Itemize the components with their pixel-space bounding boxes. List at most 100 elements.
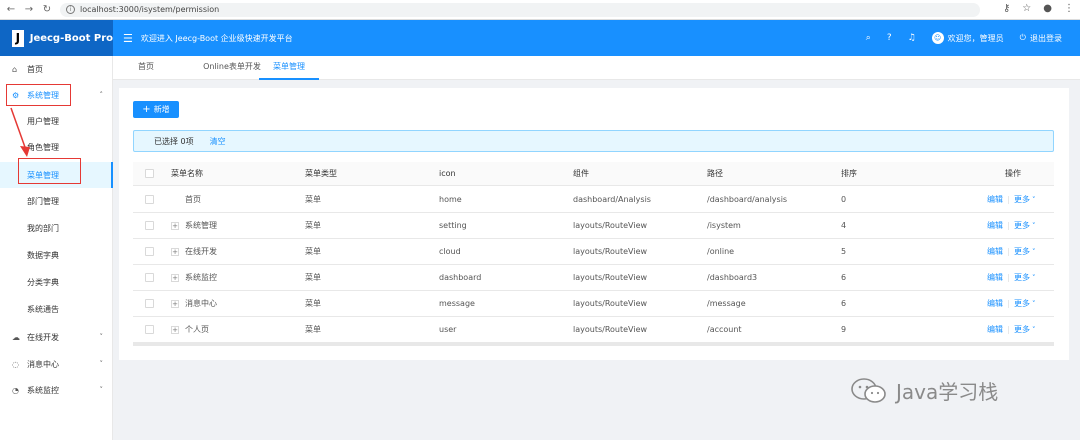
horizontal-scrollbar[interactable] (133, 342, 1054, 346)
dashboard-icon: ◔ (12, 385, 19, 395)
row-checkbox[interactable] (145, 273, 154, 282)
tab-menu-management[interactable]: 菜单管理 (259, 56, 319, 80)
action-divider (1008, 221, 1009, 230)
menu-name: 个人页 (185, 325, 209, 334)
add-button[interactable]: + 新增 (133, 101, 179, 118)
message-icon: ◌ (12, 359, 19, 369)
logo-area[interactable]: J Jeecg-Boot Pro (0, 20, 113, 56)
bell-icon[interactable]: ♫ (908, 33, 916, 43)
action-divider (1008, 325, 1009, 334)
reload-icon[interactable]: ↻ (40, 3, 54, 17)
table-row[interactable]: + 系统监控 菜单 dashboard layouts/RouteView/dashbo… (133, 265, 1054, 291)
more-link[interactable]: 更多 (1014, 324, 1030, 335)
sidebar-item-message[interactable]: ◌ 消息中心 ˅ (0, 351, 113, 377)
menu-sort: 4 (841, 221, 847, 230)
table-row[interactable]: + 个人页 菜单 user layouts/RouteView/account 9 编辑 更多… (133, 317, 1054, 343)
edit-link[interactable]: 编辑 (987, 220, 1003, 231)
more-link[interactable]: 更多 (1014, 298, 1030, 309)
clear-link[interactable]: 清空 (210, 136, 226, 147)
home-icon: ⌂ (12, 64, 18, 74)
edit-link[interactable]: 编辑 (987, 246, 1003, 257)
tabs-bar: 首页 Online表单开发 菜单管理 (113, 56, 1080, 80)
menu-fold-icon[interactable]: ☰ (123, 32, 133, 45)
back-arrow-icon[interactable]: ← (4, 3, 18, 17)
table-row[interactable]: + 在线开发 菜单 cloud layouts/RouteView/online 5 编辑更… (133, 239, 1054, 265)
column-header: 操作 (1005, 169, 1021, 178)
expand-icon[interactable]: + (171, 273, 179, 282)
sidebar-item-label: 在线开发 (27, 332, 59, 342)
more-link[interactable]: 更多 (1014, 246, 1030, 257)
expand-icon[interactable]: + (171, 247, 179, 256)
menu-icon-name: cloud (439, 247, 461, 256)
table-row[interactable]: 首页 菜单 home dashboard/Analysis/dashboard/ana… (133, 187, 1054, 213)
logout-button[interactable]: ⏻ 退出登录 (1020, 33, 1062, 44)
expand-icon[interactable]: + (171, 299, 179, 308)
table-header: 菜单名称 菜单类型 icon 组件 路径 排序 操作 (133, 162, 1054, 186)
more-link[interactable]: 更多 (1014, 194, 1030, 205)
edit-link[interactable]: 编辑 (987, 272, 1003, 283)
kebab-menu-icon[interactable]: ⋮ (1064, 3, 1074, 14)
welcome-text: 欢迎进入 Jeecg-Boot 企业级快速开发平台 (140, 33, 293, 43)
sidebar-item-label: 系统通告 (27, 304, 59, 314)
more-link[interactable]: 更多 (1014, 220, 1030, 231)
menu-path: /online (707, 247, 735, 256)
sidebar-sub-dict[interactable]: 数据字典 (0, 242, 113, 268)
sidebar-sub-mydept[interactable]: 我的部门 (0, 215, 113, 241)
edit-link[interactable]: 编辑 (987, 324, 1003, 335)
annotation-arrow-icon (10, 107, 30, 157)
table-row[interactable]: + 消息中心 菜单 message layouts/RouteView/message 6… (133, 291, 1054, 317)
sidebar-item-home[interactable]: ⌂ 首页 (0, 56, 113, 82)
menu-component: layouts/RouteView (573, 325, 648, 334)
row-checkbox[interactable] (145, 325, 154, 334)
menu-type: 菜单 (305, 325, 321, 334)
logout-icon: ⏻ (1019, 33, 1026, 42)
edit-link[interactable]: 编辑 (987, 194, 1003, 205)
column-header: 菜单类型 (305, 169, 337, 178)
table-row[interactable]: + 系统管理 菜单 setting layouts/RouteView/isystem 4… (133, 213, 1054, 239)
search-icon[interactable]: ⌕ (866, 33, 871, 43)
column-header: icon (439, 169, 456, 178)
menu-name: 系统管理 (185, 221, 217, 230)
row-checkbox[interactable] (145, 195, 154, 204)
column-header: 路径 (707, 169, 723, 178)
cloud-icon: ☁ (12, 332, 20, 342)
more-link[interactable]: 更多 (1014, 272, 1030, 283)
sidebar-item-label: 分类字典 (27, 277, 59, 287)
sidebar-item-label: 系统监控 (27, 385, 59, 395)
account-icon[interactable]: ● (1043, 3, 1052, 14)
sidebar-sub-category[interactable]: 分类字典 (0, 269, 113, 295)
menu-type: 菜单 (305, 221, 321, 230)
action-divider (1008, 299, 1009, 308)
row-checkbox[interactable] (145, 221, 154, 230)
menu-path: /message (707, 299, 746, 308)
star-icon[interactable]: ☆ (1022, 3, 1031, 14)
browser-toolbar: ← → ↻ i localhost:3000/isystem/permissio… (0, 0, 1080, 20)
chevron-down-icon: ˅ (1032, 325, 1036, 334)
address-bar[interactable]: i localhost:3000/isystem/permission (60, 2, 980, 17)
row-checkbox[interactable] (145, 247, 154, 256)
sidebar-item-online[interactable]: ☁ 在线开发 ˅ (0, 324, 113, 350)
user-menu[interactable]: ☺ 欢迎您，管理员 (931, 32, 1004, 44)
action-divider (1008, 195, 1009, 204)
sidebar-sub-dept[interactable]: 部门管理 (0, 188, 113, 214)
sidebar-sub-notice[interactable]: 系统通告 (0, 296, 113, 322)
sidebar-item-label: 部门管理 (27, 196, 59, 206)
column-header: 组件 (573, 169, 589, 178)
key-icon[interactable]: ⚷ (1003, 3, 1010, 14)
tab-home[interactable]: 首页 (127, 56, 165, 80)
row-checkbox[interactable] (145, 299, 154, 308)
chevron-down-icon: ˅ (99, 360, 104, 368)
menu-sort: 6 (841, 299, 847, 308)
expand-icon[interactable]: + (171, 325, 179, 334)
menu-path: /dashboard3 (707, 273, 758, 282)
app-name: Jeecg-Boot Pro (29, 32, 113, 44)
edit-link[interactable]: 编辑 (987, 298, 1003, 309)
menu-path: /dashboard/analysis (707, 195, 788, 204)
expand-icon[interactable]: + (171, 221, 179, 230)
forward-arrow-icon[interactable]: → (22, 3, 36, 17)
select-all-checkbox[interactable] (145, 169, 154, 178)
menu-type: 菜单 (305, 195, 321, 204)
help-icon[interactable]: ? (887, 33, 892, 43)
sidebar-item-monitor[interactable]: ◔ 系统监控 ˅ (0, 377, 113, 403)
chevron-down-icon: ˅ (99, 386, 104, 394)
